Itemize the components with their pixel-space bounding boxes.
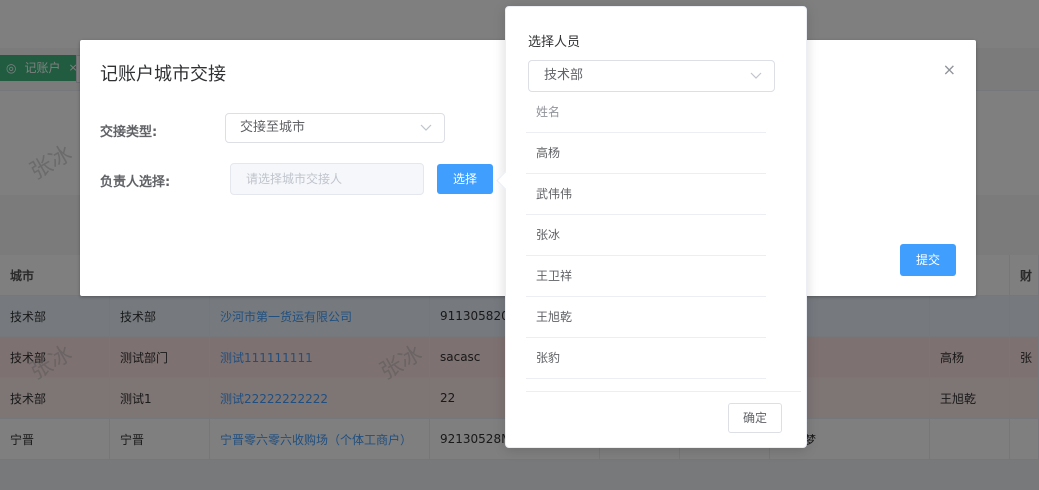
list-item[interactable]: 王旭乾 (526, 297, 766, 338)
list-item[interactable]: 王卫祥 (526, 256, 766, 297)
department-value: 技术部 (544, 68, 584, 83)
list-item[interactable]: 武伟伟 (526, 174, 766, 215)
handover-type-label: 交接类型: (100, 125, 158, 140)
person-list: 姓名 高杨 武伟伟 张冰 王卫祥 王旭乾 张豹 (526, 92, 766, 379)
select-button[interactable]: 选择 (437, 164, 493, 194)
chevron-down-icon (420, 114, 432, 152)
owner-input[interactable]: 请选择城市交接人 (230, 163, 424, 195)
department-select[interactable]: 技术部 (528, 60, 775, 92)
list-item[interactable]: 张豹 (526, 338, 766, 379)
close-icon[interactable]: × (943, 60, 956, 79)
confirm-button[interactable]: 确定 (728, 403, 782, 433)
owner-label: 负责人选择: (100, 175, 171, 190)
list-item[interactable]: 张冰 (526, 215, 766, 256)
popover-title: 选择人员 (528, 35, 581, 50)
list-item[interactable]: 高杨 (526, 133, 766, 174)
handover-type-value: 交接至城市 (240, 120, 306, 135)
list-header-name: 姓名 (526, 92, 766, 133)
divider (526, 391, 801, 392)
handover-type-select[interactable]: 交接至城市 (225, 113, 445, 143)
dialog-title: 记账户城市交接 (100, 64, 226, 85)
select-person-popover: 选择人员 技术部 姓名 高杨 武伟伟 张冰 王卫祥 王旭乾 张豹 确定 (496, 6, 807, 448)
submit-button[interactable]: 提交 (900, 244, 956, 276)
